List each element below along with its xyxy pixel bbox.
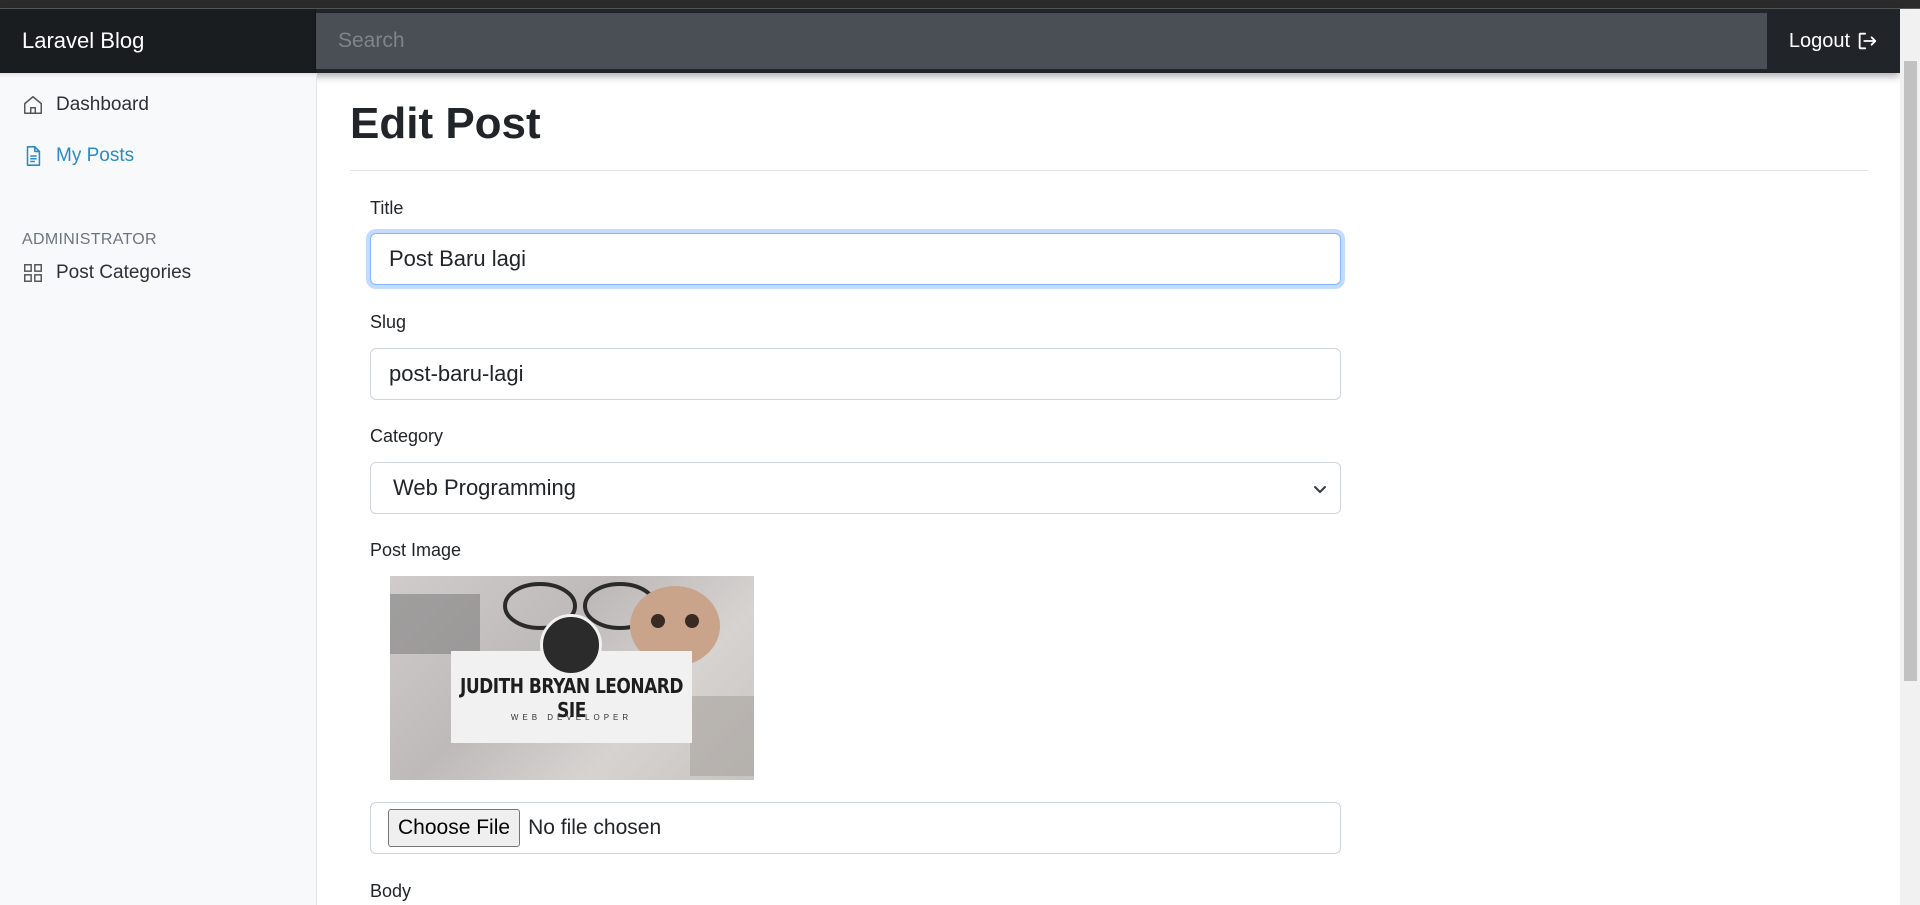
post-image-role-text: WEB DEVELOPER [510,713,633,722]
slug-input-value: post-baru-lagi [389,361,524,386]
home-icon [24,96,42,114]
brand-link[interactable]: Laravel Blog [0,9,316,73]
top-navbar: Laravel Blog Logout [0,9,1900,73]
logout-button[interactable]: Logout [1767,9,1900,73]
sidebar-item-post-categories[interactable]: Post Categories [22,262,191,284]
slug-input[interactable]: post-baru-lagi [370,348,1341,400]
category-select-value: Web Programming [393,475,576,500]
choose-file-button[interactable]: Choose File [388,809,521,847]
title-input[interactable]: Post Baru lagi [370,233,1341,285]
post-image-preview: JUDITH BRYAN LEONARD SIE WEB DEVELOPER [390,576,754,780]
grid-icon [24,264,42,282]
page-title: Edit Post [350,99,541,148]
logout-label: Logout [1788,29,1851,52]
sidebar-item-dashboard[interactable]: Dashboard [22,94,149,116]
sidebar: Dashboard My Posts ADMINISTRATOR Post Ca… [0,73,317,905]
post-image-avatar [540,614,602,676]
title-divider [350,170,1868,171]
title-label: Title [370,198,404,218]
search-input[interactable] [316,13,1767,69]
admin-section-heading: ADMINISTRATOR [22,231,157,248]
file-status-text: No file chosen [528,816,662,839]
scrollbar-thumb[interactable] [1904,61,1917,681]
body-label: Body [370,881,412,901]
chevron-down-icon [1314,486,1326,493]
sidebar-item-label: Post Categories [56,262,192,283]
post-image-label: Post Image [370,540,462,560]
browser-top-strip [0,0,1920,9]
page-scrollbar[interactable] [1900,9,1920,905]
file-input[interactable]: Choose File No file chosen [370,802,1341,854]
category-label: Category [370,426,444,446]
box-arrow-right-icon [1858,32,1877,50]
sidebar-item-label: My Posts [56,145,135,166]
file-text-icon [26,146,41,166]
sidebar-item-label: Dashboard [56,94,149,115]
title-input-value: Post Baru lagi [389,246,526,271]
category-select[interactable]: Web Programming [370,462,1341,514]
main-content: Edit Post Title Post Baru lagi Slug post… [317,73,1900,905]
sidebar-item-my-posts[interactable]: My Posts [22,145,134,167]
slug-label: Slug [370,312,407,332]
